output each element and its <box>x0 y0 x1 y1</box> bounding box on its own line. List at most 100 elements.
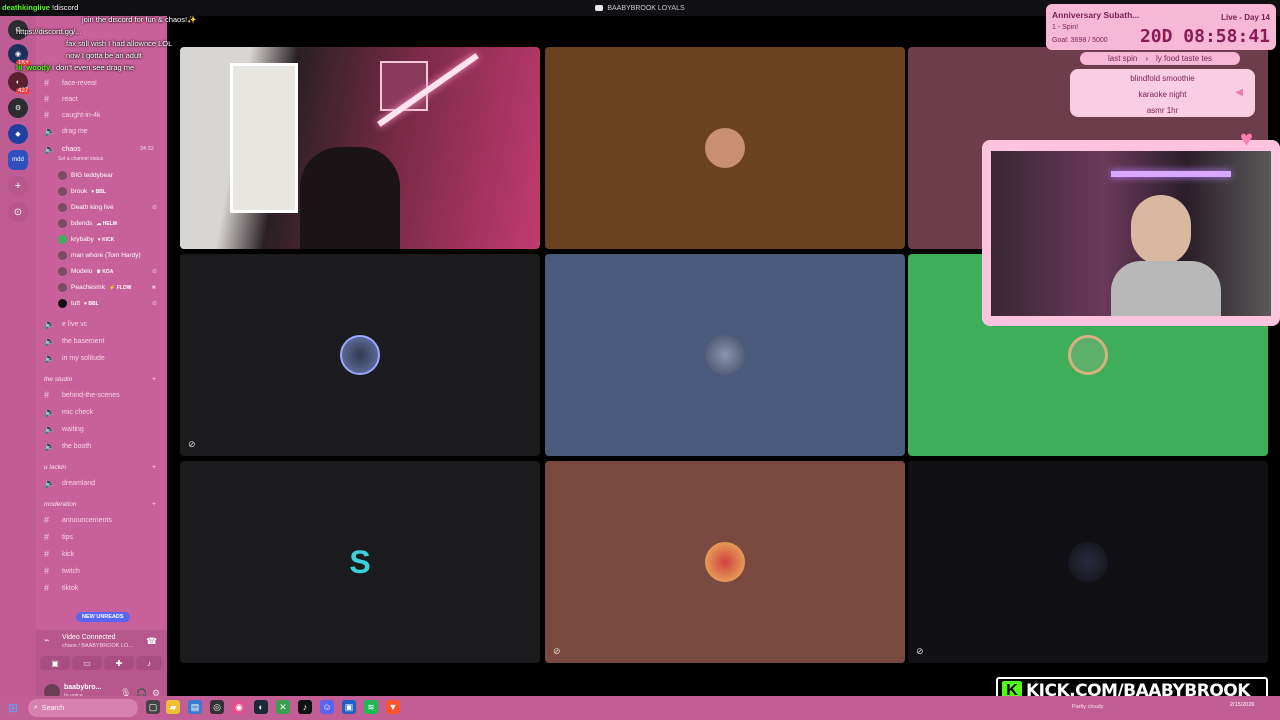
voice-channel[interactable]: 🔈 waiting <box>44 424 84 435</box>
hash-icon: # <box>44 78 50 88</box>
xbox-icon[interactable]: ✕ <box>276 700 290 714</box>
voice-channel[interactable]: 🔈 in my solitude <box>44 353 105 364</box>
category-lackin[interactable]: u lackin + <box>44 464 156 471</box>
voice-user[interactable]: man whore (Tom Hardy) <box>58 251 145 260</box>
chat-message: now I gotta be an adult <box>66 51 142 60</box>
hash-icon: # <box>44 583 50 593</box>
windows-start-icon[interactable]: ⊞ <box>8 701 22 715</box>
mute-icon: ⊘ <box>152 205 158 211</box>
new-unreads-pill[interactable]: NEW UNREADS <box>76 612 130 622</box>
participant-tile[interactable]: ⊘ <box>545 461 905 663</box>
unread-badge: 427 <box>16 88 31 94</box>
voice-user[interactable]: brook ♥ BBL <box>58 187 106 196</box>
voice-channel[interactable]: 🔈 the basement <box>44 336 104 347</box>
wheel-item: blindfold smoothie <box>1130 74 1195 83</box>
app-icon[interactable]: ▣ <box>342 700 356 714</box>
add-channel-icon[interactable]: + <box>152 501 156 508</box>
server-icon[interactable]: ◆ <box>8 124 28 144</box>
voice-channel-chaos[interactable]: 🔈 chaos <box>44 144 81 155</box>
voice-channel[interactable]: 🔈 dreamland <box>44 478 95 489</box>
channel-item[interactable]: # tiktok <box>44 583 78 593</box>
avatar <box>1068 542 1108 582</box>
voice-user[interactable]: Modelo ♛ KOA ⊘ <box>58 267 157 276</box>
hash-icon: # <box>44 532 50 542</box>
screen-share-button[interactable]: ▭ <box>72 656 102 670</box>
channel-status-hint[interactable]: Set a channel status <box>58 156 103 162</box>
discord-taskbar-icon[interactable]: ☺ <box>320 700 334 714</box>
server-icon[interactable]: ⚙ <box>8 98 28 118</box>
avatar <box>705 128 745 168</box>
speaker-icon: 🔈 <box>44 353 56 363</box>
tray-date[interactable]: 2/15/2026 <box>1230 702 1254 708</box>
avatar <box>705 542 745 582</box>
channel-item[interactable]: 🔈 drag me <box>44 126 88 137</box>
voice-user[interactable]: BIG teddybear <box>58 171 117 180</box>
voice-user[interactable]: krybaby ♥ KICK <box>58 235 114 244</box>
subathon-timer: 20D 08:58:41 <box>1139 26 1270 47</box>
channel-item[interactable]: # behind-the-scenes <box>44 390 120 400</box>
disconnect-icon[interactable]: ☎ <box>146 636 157 647</box>
chat-message: lil_woody i don't even see drag me <box>16 63 135 72</box>
soundboard-icon: ♪ <box>147 658 151 668</box>
add-channel-icon[interactable]: + <box>152 464 156 471</box>
tiktok-icon[interactable]: ♪ <box>298 700 312 714</box>
category-studio[interactable]: the studio + <box>44 376 156 383</box>
camera-button[interactable]: ▣ <box>40 656 70 670</box>
participant-tile[interactable]: S <box>180 461 540 663</box>
server-icon[interactable]: mdd <box>8 150 28 170</box>
hash-icon: # <box>44 94 50 104</box>
voice-channel[interactable]: 🔈 mic check <box>44 407 93 418</box>
taskbar-search[interactable]: ⌕ Search <box>28 699 138 717</box>
window-title: BAABYBROOK LOYALS <box>607 4 685 12</box>
steam-icon[interactable]: ◐ <box>254 700 268 714</box>
avatar <box>58 267 67 276</box>
brave-icon[interactable]: ▼ <box>386 700 400 714</box>
channel-item[interactable]: # announcements <box>44 515 112 525</box>
voice-user[interactable]: Death king live ⊘ <box>58 203 157 212</box>
channel-item[interactable]: # react <box>44 94 78 104</box>
participant-tile[interactable]: ⊘ <box>908 461 1268 663</box>
speaker-icon: 🔈 <box>44 336 56 346</box>
spin-wheel-list: blindfold smoothie karaoke night asmr 1h… <box>1070 69 1255 117</box>
obs-icon[interactable]: ◎ <box>210 700 224 714</box>
weather-text[interactable]: Partly cloudy <box>1072 704 1104 710</box>
task-view-icon[interactable]: ▢ <box>146 700 160 714</box>
explore-icon[interactable]: ⊙ <box>8 202 28 222</box>
taskbar: ⊞ ⌕ Search ▢ ▰ ▤ ◎ ◉ ◐ ✕ ♪ ☺ ▣ ≋ ▼ Partly… <box>0 696 1280 720</box>
voice-user[interactable]: tutt ♥ BBL ⊘ <box>58 299 157 308</box>
voice-user[interactable]: bdends ☁ HELM <box>58 219 117 228</box>
voice-location[interactable]: chaos / BAABYBROOK LO... <box>62 643 133 649</box>
add-server-icon[interactable]: + <box>8 176 28 196</box>
folder-icon[interactable]: ▤ <box>188 700 202 714</box>
spotify-icon[interactable]: ≋ <box>364 700 378 714</box>
avatar <box>58 235 67 244</box>
channel-item[interactable]: # kick <box>44 549 74 559</box>
voice-user[interactable]: Peachesmk ⚡ FLOW ■ <box>58 283 156 292</box>
discord-avatar-icon <box>1068 335 1108 375</box>
participant-tile[interactable] <box>180 47 540 249</box>
channel-item[interactable]: # tips <box>44 532 73 542</box>
voice-channel[interactable]: 🔈 e live vc <box>44 319 87 330</box>
file-explorer-icon[interactable]: ▰ <box>166 700 180 714</box>
pixel-heart-icon: ♥ <box>1240 126 1254 151</box>
voice-channel[interactable]: 🔈 the booth <box>44 441 91 452</box>
chat-overlay: deathkinglive !discord join the discord … <box>2 2 232 74</box>
channel-item[interactable]: # face-reveal <box>44 78 97 88</box>
activities-button[interactable]: ✚ <box>104 656 134 670</box>
app-icon[interactable]: ◉ <box>232 700 246 714</box>
channel-item[interactable]: # caught-in-4k <box>44 110 101 120</box>
add-channel-icon[interactable]: + <box>152 376 156 383</box>
participant-tile[interactable]: ⊘ <box>180 254 540 456</box>
avatar <box>58 283 67 292</box>
channel-item[interactable]: # twitch <box>44 566 80 576</box>
user-name: baabybro... <box>64 684 102 691</box>
voice-status: Video Connected <box>62 634 116 641</box>
muted-icon: ⊘ <box>553 646 561 656</box>
participant-tile[interactable] <box>545 254 905 456</box>
participant-tile[interactable] <box>545 47 905 249</box>
wheel-pointer-icon: ◀ <box>1235 87 1243 98</box>
avatar <box>705 335 745 375</box>
soundboard-button[interactable]: ♪ <box>136 656 162 670</box>
speaker-icon: 🔈 <box>44 319 56 329</box>
category-moderation[interactable]: moderation + <box>44 501 156 508</box>
